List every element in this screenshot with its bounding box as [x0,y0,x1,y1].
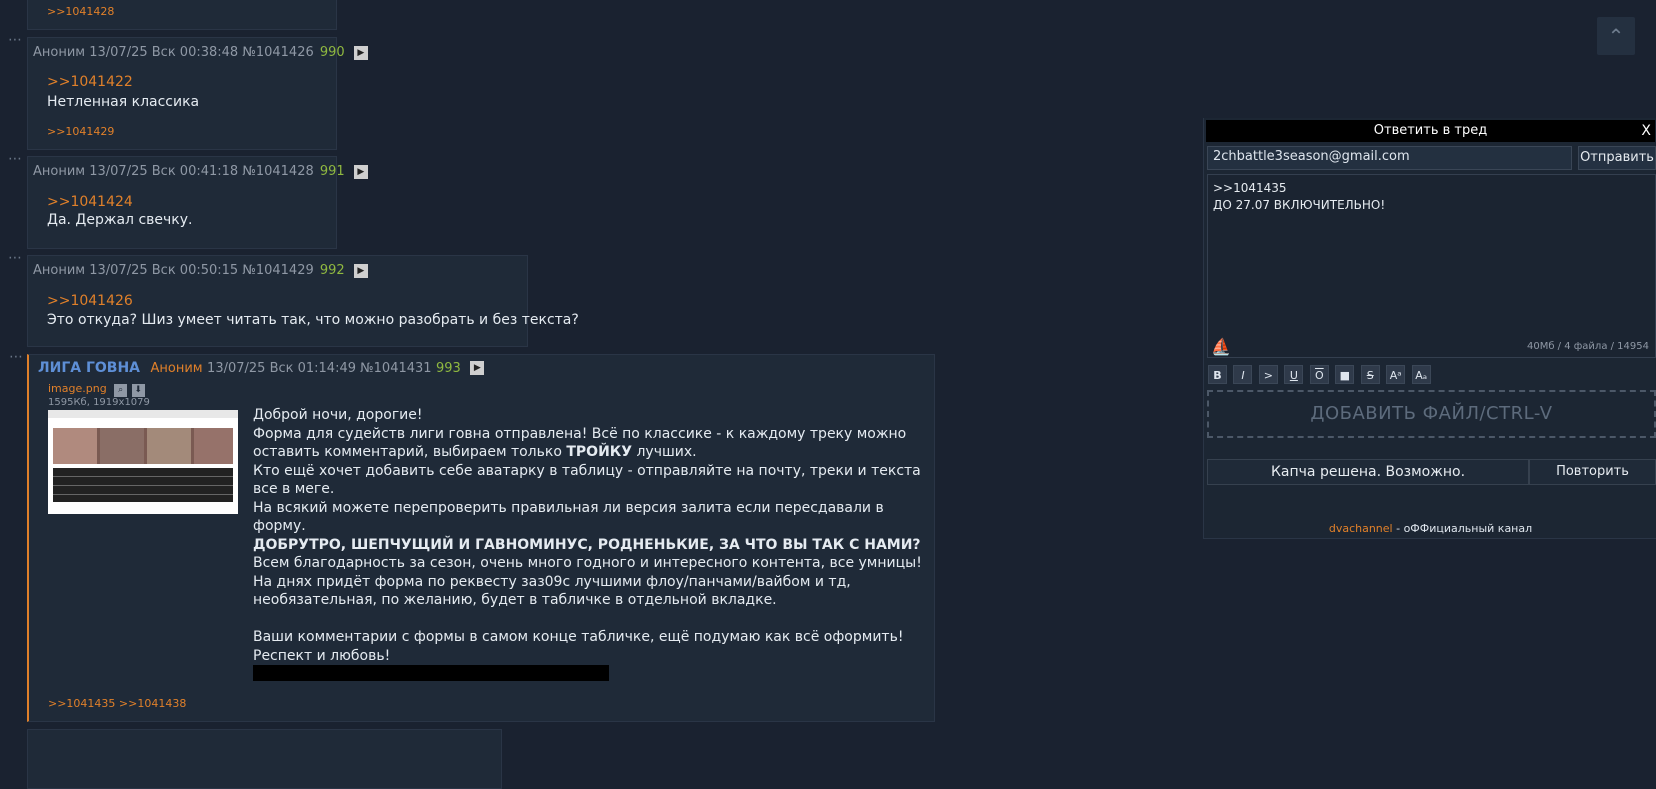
post-menu-icon[interactable]: ⋯ [9,349,24,365]
email-field[interactable]: 2chbattle3season@gmail.com [1207,146,1572,170]
message-line: >>1041435 [1213,181,1287,195]
overline-button[interactable]: O [1309,365,1329,384]
strike-button[interactable]: S [1360,365,1380,384]
subscript-button[interactable]: Aₐ [1411,365,1431,384]
post-meta: Аноним 13/07/25 Вск 00:38:48 №1041426 99… [33,45,368,60]
play-icon[interactable]: ▶ [470,361,485,375]
reply-form-header[interactable]: Ответить в тред X [1206,120,1655,142]
message-textarea[interactable]: >>1041435 ДО 27.07 ВКЛЮЧИТЕЛЬНО! ⛵ 40Мб … [1207,174,1656,358]
file-dropzone[interactable]: ДОБАВИТЬ ФАЙЛ/CTRL-V [1207,390,1656,438]
reply-footer: dvachannel - оФФициальный канал [1204,522,1656,535]
post-line: Респект и любовь! [253,647,391,664]
post-meta: Аноним 13/07/25 Вск 00:50:15 №1041429 99… [33,263,368,278]
file-name[interactable]: image.png [48,382,107,395]
main-post: ⋯ ЛИГА ГОВНА Аноним 13/07/25 Вск 01:14:4… [9,349,935,722]
post-datetime: 13/07/25 Вск 01:14:49 №1041431 [207,361,432,376]
channel-link[interactable]: dvachannel [1329,522,1393,535]
download-icon[interactable]: ⬇ [131,384,145,397]
post-text: Да. Держал свечку. [47,212,193,228]
post-text: Нетленная классика [47,94,200,110]
scroll-top-button[interactable]: ⌃ [1597,17,1635,55]
file-info: image.png ⌕ ⬇ [48,380,145,397]
post-number: 990 [319,45,345,60]
post-header: Аноним 13/07/25 Вск 00:50:15 №1041429 [33,263,314,278]
quote-link[interactable]: >>1041422 [47,74,133,90]
post-line: Кто ещё хочет добавить себе аватарку в т… [253,462,921,498]
sailboat-icon[interactable]: ⛵ [1211,338,1231,355]
post-subject: ЛИГА ГОВНА [38,360,141,376]
limit-counter: 40Мб / 4 файла / 14954 [1526,341,1649,352]
post-line: На днях придёт форма по реквесту заз09с … [253,573,851,609]
quote-link[interactable]: >>1041426 [47,293,133,309]
spoiler-button[interactable]: ■ [1335,365,1355,384]
reply-link[interactable]: >>1041428 [47,5,114,18]
reply-form: Ответить в тред X 2chbattle3season@gmail… [1203,118,1656,539]
underline-button[interactable]: U [1284,365,1304,384]
post-meta: Аноним 13/07/25 Вск 00:41:18 №1041428 99… [33,164,368,179]
post-meta: ЛИГА ГОВНА Аноним 13/07/25 Вск 01:14:49 … [38,360,485,376]
post [27,729,502,789]
post-line: Ваши комментарии с формы в самом конце т… [253,629,904,645]
close-button[interactable]: X [1641,120,1651,142]
reply-links[interactable]: >>1041435 >>1041438 [48,697,186,710]
post-number: 992 [319,263,345,278]
post-menu-icon[interactable]: ⋯ [8,32,23,48]
reply-form-title: Ответить в тред [1373,123,1488,138]
post-number: 991 [319,164,345,179]
post: ⋯ Аноним 13/07/25 Вск 00:41:18 №1041428 … [8,151,368,249]
play-icon[interactable]: ▶ [353,263,368,278]
emphasis-text: ТРОЙКУ [566,444,633,460]
channel-caption: - оФФициальный канал [1392,522,1533,535]
post: >>1041428 [27,0,337,30]
italic-button[interactable]: I [1233,365,1253,384]
play-icon[interactable]: ▶ [353,45,368,60]
post: ⋯ Аноним 13/07/25 Вск 00:38:48 №1041426 … [8,32,368,150]
submit-button[interactable]: Отправить [1578,146,1656,170]
post-header: Аноним 13/07/25 Вск 00:38:48 №1041426 [33,45,314,60]
post-line-bold: ДОБРУТРО, ШЕПЧУЩИЙ И ГАВНОМИНУС, РОДНЕНЬ… [253,536,921,553]
quote-button[interactable]: > [1258,365,1278,384]
post-line: Доброй ночи, дорогие! [253,407,423,423]
play-icon[interactable]: ▶ [353,164,368,179]
quote-link[interactable]: >>1041424 [47,194,133,210]
post-header: Аноним 13/07/25 Вск 00:41:18 №1041428 [33,164,314,179]
markup-toolbar: B I > U O ■ S Aᵃ Aₐ [1208,365,1433,384]
post-menu-icon[interactable]: ⋯ [8,151,23,167]
attachment-thumbnail[interactable] [48,410,238,514]
superscript-button[interactable]: Aᵃ [1386,365,1406,384]
post-number: 993 [436,361,461,376]
message-line: ДО 27.07 ВКЛЮЧИТЕЛЬНО! [1213,198,1386,212]
retry-button[interactable]: Повторить [1529,459,1656,485]
post-text: Это откуда? Шиз умеет читать так, что мо… [47,312,579,328]
post-author: Аноним [150,361,203,376]
bold-button[interactable]: B [1208,365,1227,384]
post-menu-icon[interactable]: ⋯ [8,250,23,266]
post: ⋯ Аноним 13/07/25 Вск 00:50:15 №1041429 … [8,250,579,347]
post-line: На всякий можете перепроверить правильна… [253,499,884,535]
reply-link[interactable]: >>1041429 [47,125,114,138]
search-icon[interactable]: ⌕ [114,384,128,397]
post-body: Доброй ночи, дорогие! Форма для судейств… [253,406,923,665]
captcha-status: Капча решена. Возможно. [1207,459,1529,485]
post-line: Форма для судейств лиги говна отправлена… [253,425,907,461]
spoiler-bar[interactable] [253,665,609,681]
file-meta: 1595Кб, 1919x1079 [48,397,150,408]
post-line: Всем благодарность за сезон, очень много… [253,555,922,571]
